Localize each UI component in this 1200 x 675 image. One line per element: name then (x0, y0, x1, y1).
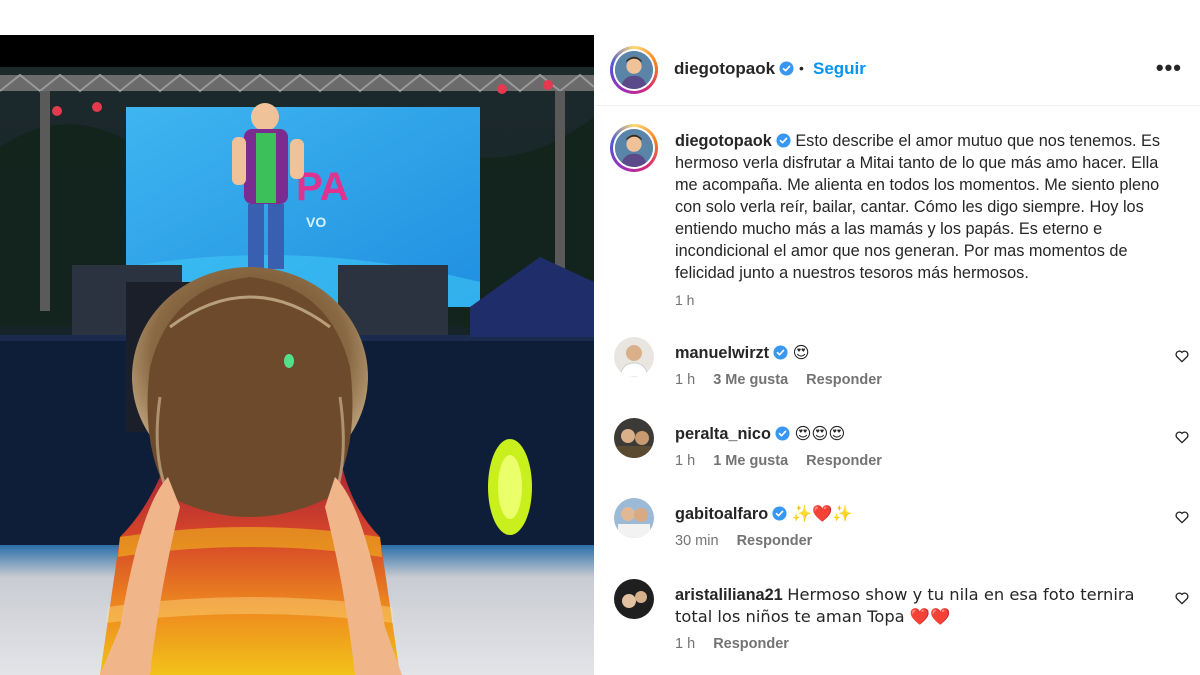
comment-meta: 1 h 3 Me gusta Responder (675, 372, 896, 388)
comment-text-block: peralta_nico 😍😍😍 (675, 423, 1145, 445)
comment-meta: 1 h 1 Me gusta Responder (675, 453, 896, 469)
follow-button[interactable]: Seguir (813, 59, 866, 79)
post-media[interactable]: PA VO (0, 35, 594, 675)
comment-text: 😍 (792, 343, 810, 362)
author-username-text: diegotopaok (674, 59, 776, 78)
commenter-avatar[interactable] (614, 579, 654, 619)
verified-badge-icon (779, 61, 794, 76)
comment-likes[interactable]: 1 Me gusta (713, 453, 788, 469)
like-heart-icon[interactable] (1174, 429, 1190, 445)
commenter-avatar[interactable] (614, 418, 654, 458)
comment-timestamp[interactable]: 1 h (675, 453, 695, 469)
header-separator: • (799, 60, 804, 76)
comment-timestamp[interactable]: 30 min (675, 533, 719, 549)
author-avatar[interactable] (610, 46, 658, 94)
caption-username[interactable]: diegotopaok (675, 132, 772, 150)
comment-text: ✨❤️✨ (791, 504, 853, 523)
comment-timestamp[interactable]: 1 h (675, 372, 695, 388)
like-heart-icon[interactable] (1174, 348, 1190, 364)
comment-meta: 1 h Responder (675, 636, 803, 652)
reply-button[interactable]: Responder (737, 533, 813, 549)
caption-timestamp[interactable]: 1 h (675, 292, 694, 308)
commenter-avatar[interactable] (614, 498, 654, 538)
comment-text-block: gabitoalfaro ✨❤️✨ (675, 503, 1145, 525)
comment-username[interactable]: peralta_nico (675, 425, 771, 443)
reply-button[interactable]: Responder (713, 636, 789, 652)
more-options-icon[interactable]: ••• (1156, 57, 1182, 79)
verified-badge-icon (772, 506, 787, 521)
reply-button[interactable]: Responder (806, 453, 882, 469)
comment-timestamp[interactable]: 1 h (675, 636, 695, 652)
comment-meta: 30 min Responder (675, 533, 826, 549)
verified-badge-icon (773, 345, 788, 360)
author-avatar-image (615, 51, 653, 89)
caption-text: Esto describe el amor mutuo que nos tene… (675, 132, 1161, 282)
like-heart-icon[interactable] (1174, 509, 1190, 525)
comment-likes[interactable]: 3 Me gusta (713, 372, 788, 388)
caption-avatar-image (615, 129, 653, 167)
stage-screen-subtext: VO (306, 214, 326, 230)
post-panel: diegotopaok • Seguir ••• diegotopaok Est… (596, 35, 1200, 675)
caption-avatar[interactable] (610, 124, 658, 172)
comment-text-block: manuelwirzt 😍 (675, 342, 1145, 364)
post-header: diegotopaok • Seguir ••• (596, 35, 1200, 106)
comment-text: 😍😍😍 (794, 424, 846, 443)
verified-badge-icon (775, 426, 790, 441)
author-username[interactable]: diegotopaok (674, 59, 794, 79)
reply-button[interactable]: Responder (806, 372, 882, 388)
comment-text-block: aristaliliana21 Hermoso show y tu nila e… (675, 584, 1145, 628)
caption-text-block: diegotopaok Esto describe el amor mutuo … (675, 130, 1175, 284)
comment-username[interactable]: aristaliliana21 (675, 586, 783, 604)
verified-badge-icon (776, 133, 791, 148)
commenter-avatar[interactable] (614, 337, 654, 377)
comment-username[interactable]: manuelwirzt (675, 344, 769, 362)
post-photo: PA VO (0, 67, 594, 675)
like-heart-icon[interactable] (1174, 590, 1190, 606)
comment-username[interactable]: gabitoalfaro (675, 505, 768, 523)
